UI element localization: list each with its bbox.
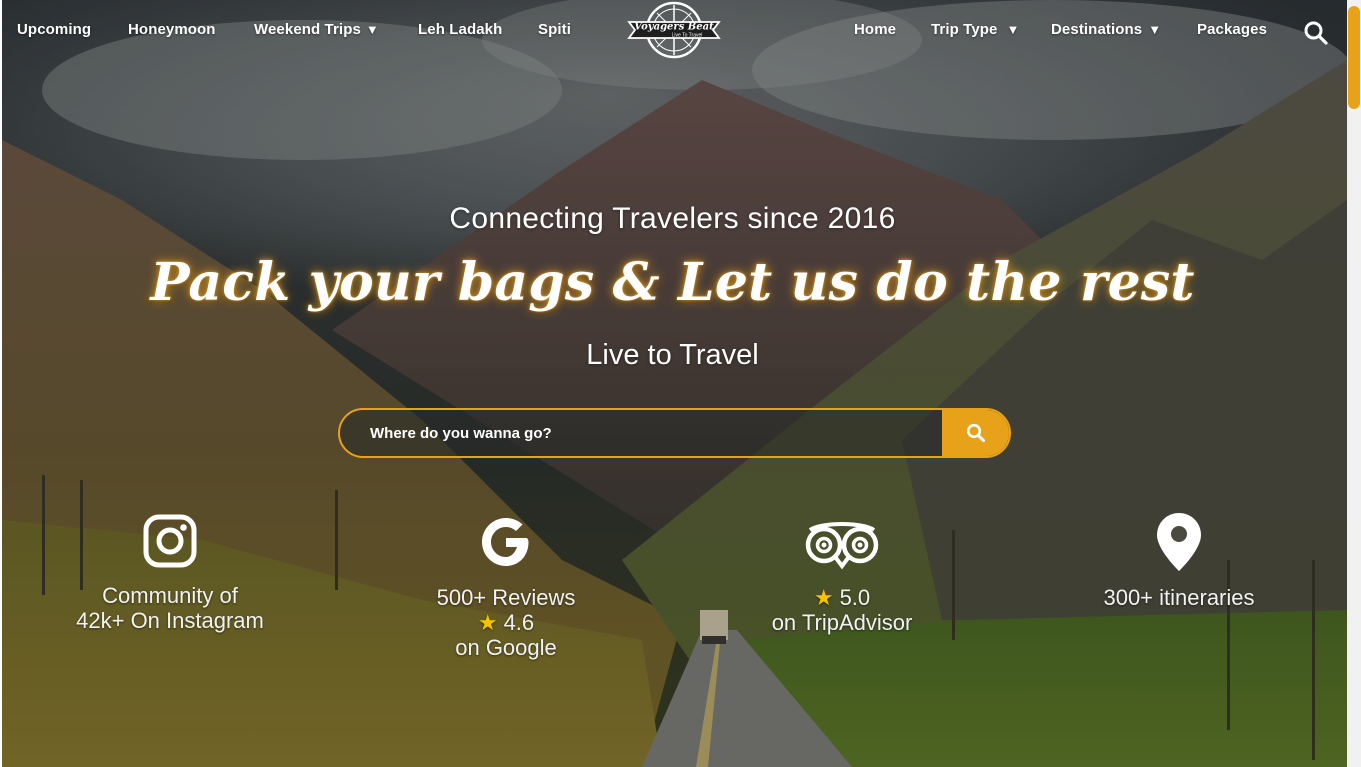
page-scrollbar[interactable] xyxy=(1347,0,1361,767)
logo-tagline: Live To Travel xyxy=(672,33,703,39)
nav-item-spiti[interactable]: Spiti xyxy=(538,21,571,38)
nav-item-label: Honeymoon xyxy=(128,21,216,38)
stat-instagram-line-2: 42k+ On Instagram xyxy=(76,608,264,633)
destination-search-bar xyxy=(338,408,1011,458)
hero-tagline: Connecting Travelers since 2016 xyxy=(449,202,896,235)
stat-tripadvisor: ★ 5.0 on TripAdvisor xyxy=(692,512,992,635)
hero-banner xyxy=(2,0,1347,767)
stat-tripadvisor-rating: 5.0 xyxy=(839,585,871,610)
stat-itineraries: 300+ itineraries xyxy=(1029,512,1329,610)
nav-item-label: Trip Type xyxy=(931,21,998,38)
logo-brand: Voyagers Beat xyxy=(634,22,714,33)
instagram-icon xyxy=(143,514,197,568)
caret-down-icon: ▼ xyxy=(1148,22,1162,37)
caret-down-icon: ▼ xyxy=(1006,22,1020,37)
nav-item-label: Weekend Trips xyxy=(254,21,361,38)
nav-item-label: Home xyxy=(854,21,897,38)
nav-item-label: Spiti xyxy=(538,21,571,38)
nav-item-upcoming[interactable]: Upcoming xyxy=(17,21,91,38)
search-icon xyxy=(966,423,985,442)
google-icon xyxy=(482,518,529,566)
hero-headline: Pack your bags & Let us do the rest xyxy=(150,252,1195,313)
destination-search-input[interactable] xyxy=(340,410,944,456)
scrollbar-thumb[interactable] xyxy=(1348,6,1360,109)
nav-item-label: Destinations xyxy=(1051,21,1143,38)
nav-item-home[interactable]: Home xyxy=(854,21,896,38)
top-navigation: Upcoming Honeymoon Weekend Trips ▼ Leh La… xyxy=(0,0,1345,64)
stat-itineraries-text: 300+ itineraries xyxy=(1103,585,1255,610)
nav-item-packages[interactable]: Packages xyxy=(1197,21,1267,38)
nav-item-label: Packages xyxy=(1197,21,1268,38)
nav-item-trip-type[interactable]: Trip Type ▼ xyxy=(931,21,1019,38)
stat-google-source: on Google xyxy=(455,635,557,660)
caret-down-icon: ▼ xyxy=(365,22,379,37)
stat-instagram-line-1: Community of xyxy=(102,583,238,608)
stat-google-reviews: 500+ Reviews xyxy=(436,585,576,610)
star-icon: ★ xyxy=(477,610,498,635)
stat-tripadvisor-rating-row: ★ 5.0 xyxy=(692,585,992,610)
hero-subline: Live to Travel xyxy=(586,339,759,371)
star-icon: ★ xyxy=(813,585,834,610)
location-pin-icon xyxy=(1157,513,1201,571)
hero-overlay xyxy=(2,0,1347,767)
nav-item-weekend-trips[interactable]: Weekend Trips ▼ xyxy=(254,21,379,38)
voyagers-beat-logo[interactable]: Voyagers Beat Live To Travel xyxy=(625,0,723,64)
stat-google: 500+ Reviews ★ 4.6 on Google xyxy=(356,512,656,660)
stat-google-rating-row: ★ 4.6 xyxy=(356,610,656,635)
stat-instagram: Community of 42k+ On Instagram xyxy=(20,512,320,633)
search-submit-button[interactable] xyxy=(942,410,1009,456)
tripadvisor-icon xyxy=(805,522,879,570)
stat-tripadvisor-source: on TripAdvisor xyxy=(771,610,913,635)
stat-google-rating: 4.6 xyxy=(503,610,535,635)
search-icon[interactable] xyxy=(1303,20,1329,46)
nav-item-destinations[interactable]: Destinations ▼ xyxy=(1051,21,1161,38)
nav-item-honeymoon[interactable]: Honeymoon xyxy=(128,21,216,38)
nav-item-label: Leh Ladakh xyxy=(418,21,503,38)
nav-item-leh-ladakh[interactable]: Leh Ladakh xyxy=(418,21,502,38)
nav-item-label: Upcoming xyxy=(17,21,92,38)
